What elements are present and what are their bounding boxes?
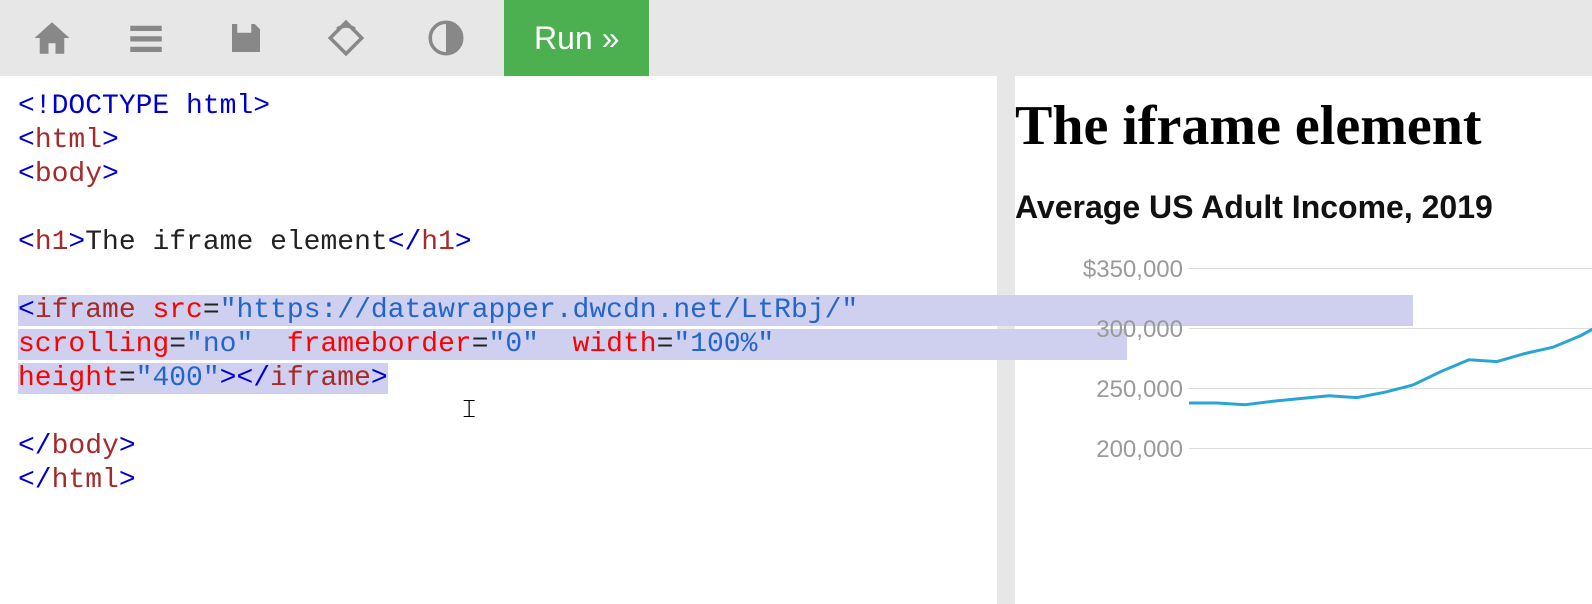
code-token: frameborder: [287, 329, 472, 360]
menu-button[interactable]: [96, 0, 196, 76]
code-token: html: [35, 125, 102, 156]
code-token: </: [18, 431, 52, 462]
code-token: "no": [186, 329, 253, 360]
code-token: <: [18, 227, 35, 258]
ytick-label: 300,000: [1023, 316, 1183, 344]
code-token: <: [18, 295, 35, 326]
code-token: <!DOCTYPE html>: [18, 91, 270, 122]
home-button[interactable]: [8, 0, 96, 76]
run-button-label: Run »: [534, 20, 619, 57]
code-token: =: [657, 329, 674, 360]
run-button[interactable]: Run »: [504, 0, 649, 76]
code-token: >: [68, 227, 85, 258]
code-token: =: [119, 363, 136, 394]
code-token: scrolling: [18, 329, 169, 360]
save-button[interactable]: [196, 0, 296, 76]
contrast-icon: [425, 17, 467, 59]
chart-line: [1189, 256, 1592, 516]
code-token: =: [472, 329, 489, 360]
text-cursor-icon: 𝙸: [460, 394, 478, 425]
code-token: h1: [421, 227, 455, 258]
code-token: >: [220, 363, 237, 394]
code-token: </: [236, 363, 270, 394]
menu-icon: [125, 17, 167, 59]
preview-heading: The iframe element: [1015, 94, 1592, 158]
code-token: >: [119, 431, 136, 462]
code-token: iframe: [270, 363, 371, 394]
code-token: The iframe element: [85, 227, 387, 258]
code-token: >: [119, 465, 136, 496]
code-token: =: [203, 295, 220, 326]
code-token: <: [18, 125, 35, 156]
chart-title: Average US Adult Income, 2019: [1015, 188, 1592, 226]
code-token: h1: [35, 227, 69, 258]
code-token: >: [102, 125, 119, 156]
home-icon: [31, 17, 73, 59]
ytick-label: 200,000: [1023, 436, 1183, 464]
main-split: <!DOCTYPE html> <html> <body> <h1>The if…: [0, 76, 1592, 604]
code-token: >: [455, 227, 472, 258]
code-token: [253, 329, 287, 360]
code-token: iframe: [35, 295, 136, 326]
code-token: <: [18, 159, 35, 190]
code-token: [136, 295, 153, 326]
code-token: body: [52, 431, 119, 462]
chart: $350,000 300,000 250,000 200,000: [1015, 256, 1592, 516]
rotate-icon: [325, 17, 367, 59]
code-token: >: [102, 159, 119, 190]
code-token: src: [152, 295, 202, 326]
ytick-label: 250,000: [1023, 376, 1183, 404]
code-token: height: [18, 363, 119, 394]
code-token: body: [35, 159, 102, 190]
code-token: "https://datawrapper.dwcdn.net/LtRbj/": [220, 295, 859, 326]
code-token: "0": [489, 329, 539, 360]
preview-pane: The iframe element Average US Adult Inco…: [1015, 76, 1592, 604]
code-token: >: [371, 363, 388, 394]
code-token: "400": [136, 363, 220, 394]
code-editor[interactable]: <!DOCTYPE html> <html> <body> <h1>The if…: [0, 76, 1015, 604]
code-token: </: [388, 227, 422, 258]
code-token: [539, 329, 573, 360]
ytick-label: $350,000: [1023, 256, 1183, 284]
save-icon: [225, 17, 267, 59]
contrast-button[interactable]: [396, 0, 496, 76]
code-token: html: [52, 465, 119, 496]
code-token: width: [573, 329, 657, 360]
code-token: =: [169, 329, 186, 360]
rotate-button[interactable]: [296, 0, 396, 76]
toolbar: Run »: [0, 0, 1592, 76]
code-token: "100%": [673, 329, 774, 360]
code-content: <!DOCTYPE html> <html> <body> <h1>The if…: [18, 90, 997, 498]
code-token: </: [18, 465, 52, 496]
